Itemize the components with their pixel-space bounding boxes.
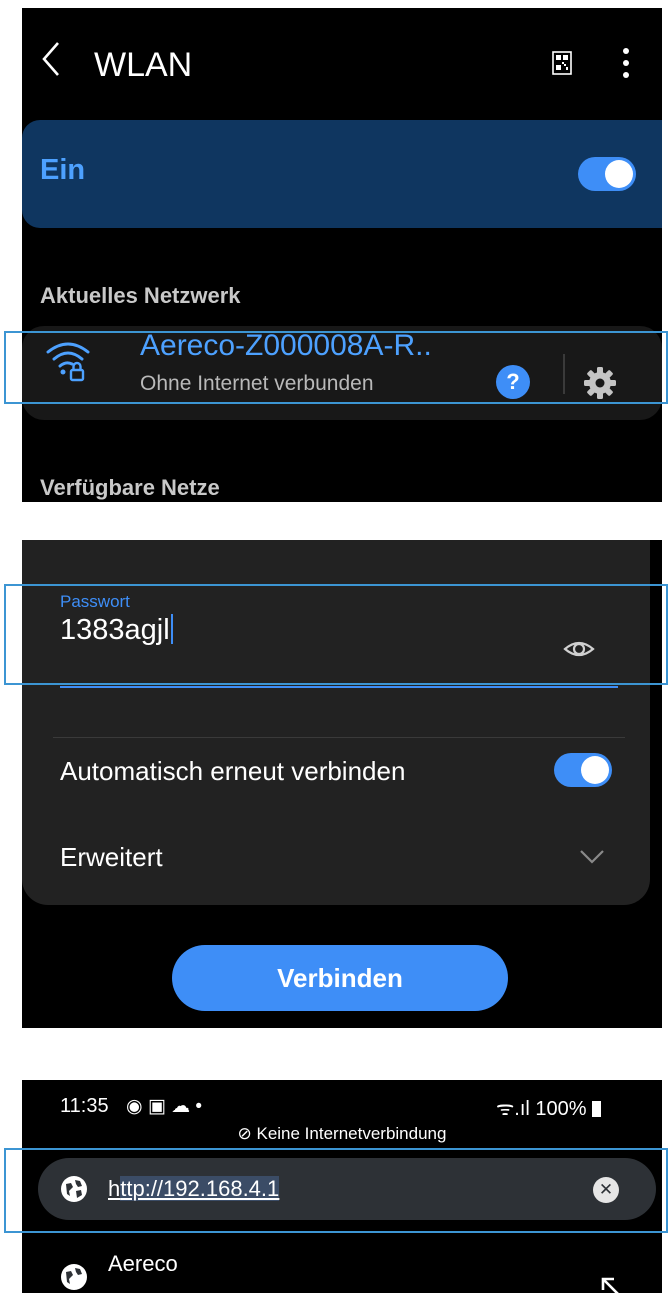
more-options-icon[interactable] xyxy=(619,44,633,82)
auto-reconnect-label: Automatisch erneut verbinden xyxy=(60,756,406,786)
highlight-box xyxy=(4,584,668,685)
wlan-toggle-label: Ein xyxy=(40,154,86,186)
highlight-box xyxy=(4,331,668,404)
signal-icon: ᯤ.ıl xyxy=(496,1098,530,1120)
highlight-box xyxy=(4,1148,668,1233)
arrow-up-left-icon[interactable] xyxy=(600,1276,622,1293)
toggle-knob xyxy=(581,756,609,784)
notification-icons: ◉ ▣ ☁ • xyxy=(126,1096,203,1117)
qr-code-icon[interactable] xyxy=(552,50,572,76)
chevron-down-icon[interactable] xyxy=(578,846,606,866)
battery-icon xyxy=(592,1101,602,1117)
toggle-knob xyxy=(605,160,633,188)
battery-level: 100% xyxy=(535,1098,587,1120)
row-divider xyxy=(53,737,625,738)
auto-reconnect-toggle[interactable] xyxy=(554,753,612,787)
wlan-master-toggle-row[interactable] xyxy=(22,120,662,228)
advanced-label[interactable]: Erweitert xyxy=(60,842,163,873)
no-internet-text: Keine Internetverbindung xyxy=(256,1124,447,1143)
back-arrow-icon[interactable] xyxy=(36,40,66,78)
suggestion-title[interactable]: Aereco xyxy=(108,1251,178,1277)
wlan-toggle-switch[interactable] xyxy=(578,157,636,191)
cloud-off-icon: ⊘ xyxy=(237,1124,257,1143)
no-internet-notice: ⊘ Keine Internetverbindung xyxy=(22,1124,662,1144)
globe-icon xyxy=(61,1264,87,1290)
page-title: WLAN xyxy=(94,46,193,84)
connect-button[interactable]: Verbinden xyxy=(172,945,508,1011)
current-network-header: Aktuelles Netzwerk xyxy=(40,283,241,308)
status-right: ᯤ.ıl 100% xyxy=(496,1094,602,1121)
password-underline xyxy=(60,686,618,688)
status-time: 11:35 xyxy=(60,1095,109,1117)
wlan-settings-panel: WLAN Ein Aktuelles Netzwerk Aereco-Z0000… xyxy=(22,8,662,502)
available-networks-header: Verfügbare Netze xyxy=(40,475,220,500)
